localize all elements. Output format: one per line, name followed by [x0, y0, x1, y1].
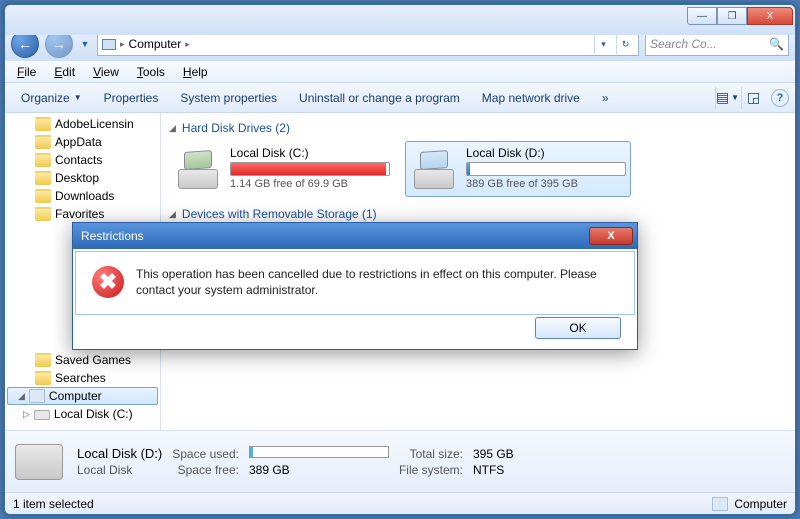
help-button[interactable]: ?	[771, 89, 789, 107]
drive-icon	[174, 149, 222, 189]
value-total-size: 395 GB	[473, 447, 514, 461]
maximize-button[interactable]: ❐	[717, 7, 747, 25]
label-file-system: File system:	[399, 463, 463, 477]
details-subtitle: Local Disk	[77, 463, 162, 477]
details-pane: Local Disk (D:) Space used: Total size: …	[5, 430, 795, 492]
close-button[interactable]: X	[747, 7, 793, 25]
group-removable-storage[interactable]: ◢Devices with Removable Storage (1)	[169, 207, 787, 221]
breadcrumb-computer[interactable]: Computer	[129, 37, 182, 51]
dialog-title: Restrictions	[81, 229, 144, 243]
folder-icon	[35, 153, 51, 167]
folder-icon	[35, 353, 51, 367]
toolbar-overflow[interactable]: »	[592, 87, 619, 109]
ok-button[interactable]: OK	[535, 317, 621, 339]
search-placeholder: Search Co...	[650, 37, 717, 51]
map-drive-button[interactable]: Map network drive	[472, 87, 590, 109]
error-icon: ✖	[92, 266, 124, 298]
details-title: Local Disk (D:)	[77, 446, 162, 461]
label-space-free: Space free:	[172, 463, 239, 477]
drive-icon	[15, 444, 63, 480]
address-dropdown[interactable]: ▾	[594, 34, 612, 54]
drive-label: Local Disk (D:)	[466, 146, 626, 160]
drive-label: Local Disk (C:)	[230, 146, 390, 160]
chevron-right-icon[interactable]: ▸	[185, 39, 190, 50]
drive-c[interactable]: Local Disk (C:) 1.14 GB free of 69.9 GB	[169, 141, 395, 197]
command-bar: Organize▼ Properties System properties U…	[5, 83, 795, 113]
preview-pane-button[interactable]: ◲	[741, 87, 765, 109]
menu-tools[interactable]: Tools	[129, 63, 173, 81]
tree-computer[interactable]: ◢Computer	[7, 387, 158, 405]
tree-folder[interactable]: Desktop	[5, 169, 160, 187]
folder-icon	[35, 371, 51, 385]
organize-button[interactable]: Organize▼	[11, 87, 92, 109]
restrictions-dialog: Restrictions X ✖ This operation has been…	[72, 222, 638, 350]
computer-icon	[712, 497, 728, 511]
status-bar: 1 item selected Computer	[5, 492, 795, 514]
tree-local-disk-c[interactable]: ▷Local Disk (C:)	[5, 405, 160, 423]
nav-history-dropdown[interactable]: ▼	[79, 32, 91, 56]
address-bar[interactable]: ▸ Computer ▸ ▾ ↻	[97, 32, 639, 56]
value-file-system: NTFS	[473, 463, 514, 477]
properties-button[interactable]: Properties	[94, 87, 169, 109]
uninstall-button[interactable]: Uninstall or change a program	[289, 87, 470, 109]
system-properties-button[interactable]: System properties	[170, 87, 287, 109]
status-text: 1 item selected	[13, 497, 94, 511]
status-location: Computer	[734, 497, 787, 511]
folder-icon	[35, 189, 51, 203]
drive-free-text: 389 GB free of 395 GB	[466, 178, 626, 190]
drive-d[interactable]: Local Disk (D:) 389 GB free of 395 GB	[405, 141, 631, 197]
drive-icon	[410, 149, 458, 189]
tree-folder[interactable]: Downloads	[5, 187, 160, 205]
chevron-right-icon[interactable]: ▸	[120, 39, 125, 50]
menu-edit[interactable]: Edit	[46, 63, 83, 81]
menu-view[interactable]: View	[85, 63, 127, 81]
search-icon: 🔍	[769, 37, 784, 51]
usage-bar	[466, 162, 626, 176]
titlebar: — ❐ X	[5, 5, 795, 35]
dialog-message: This operation has been cancelled due to…	[136, 266, 618, 300]
refresh-button[interactable]: ↻	[616, 34, 634, 54]
folder-icon	[35, 171, 51, 185]
tree-folder[interactable]: Favorites	[5, 205, 160, 223]
drive-free-text: 1.14 GB free of 69.9 GB	[230, 178, 390, 190]
tree-folder[interactable]: Searches	[5, 369, 160, 387]
menu-file[interactable]: File	[9, 63, 44, 81]
group-hard-disk-drives[interactable]: ◢Hard Disk Drives (2)	[169, 121, 787, 135]
tree-folder[interactable]: AdobeLicensin	[5, 115, 160, 133]
tree-folder[interactable]: Saved Games	[5, 351, 160, 369]
folder-icon	[35, 135, 51, 149]
folder-icon	[35, 117, 51, 131]
view-options-button[interactable]: ▤▼	[715, 87, 739, 109]
label-total-size: Total size:	[399, 447, 463, 461]
computer-icon	[29, 389, 45, 403]
usage-bar	[230, 162, 390, 176]
value-space-used	[249, 446, 389, 461]
minimize-button[interactable]: —	[687, 7, 717, 25]
computer-icon	[102, 39, 116, 50]
folder-icon	[35, 207, 51, 221]
menu-bar: File Edit View Tools Help	[5, 61, 795, 83]
menu-help[interactable]: Help	[175, 63, 216, 81]
dialog-titlebar[interactable]: Restrictions X	[73, 223, 637, 249]
tree-folder[interactable]: Contacts	[5, 151, 160, 169]
tree-folder[interactable]: AppData	[5, 133, 160, 151]
value-space-free: 389 GB	[249, 463, 389, 477]
drive-icon	[34, 410, 50, 420]
dialog-close-button[interactable]: X	[589, 227, 633, 245]
search-input[interactable]: Search Co... 🔍	[645, 32, 789, 56]
label-space-used: Space used:	[172, 447, 239, 461]
